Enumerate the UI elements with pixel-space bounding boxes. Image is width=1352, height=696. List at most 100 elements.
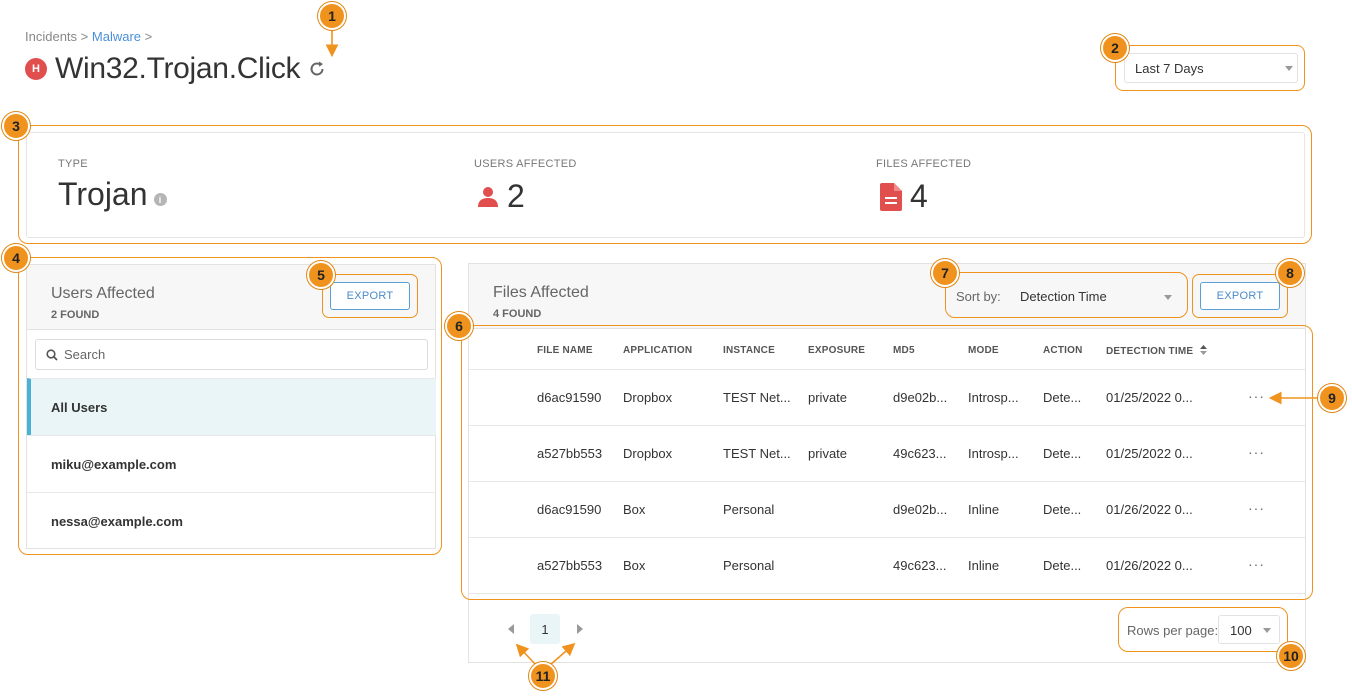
sort-by-label: Sort by: <box>956 289 1001 304</box>
cell-action: Dete... <box>1043 502 1082 517</box>
page-title-row: H Win32.Trojan.Click <box>25 52 328 86</box>
users-affected-value-group: 2 <box>477 178 525 215</box>
user-list-item-label: nessa@example.com <box>51 513 183 529</box>
next-page-icon[interactable] <box>577 624 583 634</box>
refresh-icon[interactable] <box>306 58 328 80</box>
cell-instance: Personal <box>723 558 775 573</box>
cell-md5: 49c623... <box>893 446 947 461</box>
cell-application: Dropbox <box>623 390 673 405</box>
cell-mode: Inline <box>968 558 1000 573</box>
callout-badge-7: 7 <box>931 259 959 287</box>
user-list-item-all-users[interactable]: All Users <box>27 378 436 435</box>
callout-badge-4: 4 <box>2 244 30 272</box>
summary-card <box>26 132 1305 238</box>
users-affected-value: 2 <box>507 178 525 214</box>
breadcrumb: Incidents > Malware > <box>25 29 152 44</box>
chevron-down-icon <box>1263 628 1271 633</box>
user-list-item[interactable]: miku@example.com <box>27 435 436 492</box>
callout-badge-1: 1 <box>318 2 346 30</box>
row-actions-menu-icon[interactable]: ··· <box>1248 556 1265 572</box>
previous-page-icon[interactable] <box>508 624 514 634</box>
callout-badge-8: 8 <box>1276 259 1304 287</box>
callout-badge-9: 9 <box>1318 384 1346 412</box>
page-number-button[interactable]: 1 <box>530 614 560 644</box>
column-header-md5[interactable]: MD5 <box>893 345 915 356</box>
callout-badge-10: 10 <box>1277 642 1305 670</box>
cell-exposure: private <box>808 390 848 405</box>
cell-detection-time: 01/26/2022 0... <box>1106 558 1193 573</box>
cell-application: Box <box>623 502 646 517</box>
column-header-file-name[interactable]: FILE NAME <box>537 345 593 356</box>
cell-detection-time: 01/26/2022 0... <box>1106 502 1193 517</box>
cell-detection-time: 01/25/2022 0... <box>1106 446 1193 461</box>
cell-action: Dete... <box>1043 558 1082 573</box>
user-list-item-label: All Users <box>51 399 108 415</box>
cell-action: Dete... <box>1043 446 1082 461</box>
column-header-exposure[interactable]: EXPOSURE <box>808 345 865 356</box>
column-header-instance[interactable]: INSTANCE <box>723 345 775 356</box>
date-range-select[interactable]: Last 7 Days <box>1124 53 1298 83</box>
users-panel-count: 2 FOUND <box>51 309 100 321</box>
breadcrumb-separator: > <box>80 29 89 44</box>
sort-icon <box>1200 345 1208 358</box>
column-header-action[interactable]: ACTION <box>1043 345 1083 356</box>
rows-per-page-label: Rows per page: <box>1127 623 1219 638</box>
files-affected-value-group: 4 <box>880 178 928 215</box>
breadcrumb-malware-link[interactable]: Malware <box>92 29 141 44</box>
table-divider <box>469 593 1305 594</box>
row-actions-menu-icon[interactable]: ··· <box>1248 444 1265 460</box>
cell-mode: Inline <box>968 502 1000 517</box>
callout-badge-3: 3 <box>2 112 30 140</box>
breadcrumb-root[interactable]: Incidents <box>25 29 77 44</box>
row-actions-menu-icon[interactable]: ··· <box>1248 500 1265 516</box>
cell-application: Box <box>623 558 646 573</box>
cell-mode: Introsp... <box>968 390 1019 405</box>
cell-md5: d9e02b... <box>893 502 948 517</box>
search-icon <box>46 348 58 361</box>
type-value: Trojan <box>58 176 148 212</box>
files-panel-title: Files Affected <box>493 284 589 301</box>
chevron-down-icon <box>1285 66 1293 71</box>
cell-detection-time: 01/25/2022 0... <box>1106 390 1193 405</box>
cell-application: Dropbox <box>623 446 673 461</box>
type-label: TYPE <box>58 158 88 170</box>
cell-md5: d9e02b... <box>893 390 948 405</box>
callout-badge-2: 2 <box>1101 34 1129 62</box>
users-export-button[interactable]: EXPORT <box>330 282 410 310</box>
callout-badge-5: 5 <box>307 261 335 289</box>
column-header-mode[interactable]: MODE <box>968 345 999 356</box>
files-affected-label: FILES AFFECTED <box>876 158 972 170</box>
search-placeholder: Search <box>64 347 106 362</box>
column-header-detection-time-label: DETECTION TIME <box>1106 346 1194 357</box>
severity-high-badge: H <box>25 58 47 80</box>
breadcrumb-separator: > <box>144 29 153 44</box>
column-header-application[interactable]: APPLICATION <box>623 345 692 356</box>
files-affected-value: 4 <box>910 178 928 214</box>
cell-instance: TEST Net... <box>723 446 791 461</box>
cell-file-name: d6ac91590 <box>537 390 602 405</box>
cell-action: Dete... <box>1043 390 1082 405</box>
user-list-item[interactable]: nessa@example.com <box>27 492 436 549</box>
files-export-button[interactable]: EXPORT <box>1200 282 1280 310</box>
callout-badge-6: 6 <box>445 312 473 340</box>
cell-md5: 49c623... <box>893 558 947 573</box>
row-actions-menu-icon[interactable]: ··· <box>1248 388 1265 404</box>
rows-per-page-value: 100 <box>1230 623 1252 638</box>
users-panel-title: Users Affected <box>51 285 155 302</box>
page-title: Win32.Trojan.Click <box>55 52 301 85</box>
cell-file-name: d6ac91590 <box>537 502 602 517</box>
sort-by-value: Detection Time <box>1020 289 1107 304</box>
user-icon <box>477 186 499 208</box>
rows-per-page-select[interactable]: 100 <box>1218 615 1280 644</box>
users-search-input[interactable]: Search <box>35 339 428 370</box>
column-header-detection-time[interactable]: DETECTION TIME <box>1106 345 1208 358</box>
sort-by-select[interactable]: Detection Time <box>1008 283 1180 311</box>
files-panel-count: 4 FOUND <box>493 308 542 320</box>
cell-file-name: a527bb553 <box>537 558 603 573</box>
type-value-group: Trojan i <box>58 176 167 213</box>
info-icon[interactable]: i <box>153 193 167 206</box>
chevron-down-icon <box>1164 295 1172 300</box>
file-icon <box>880 182 902 211</box>
cell-instance: Personal <box>723 502 775 517</box>
callout-badge-11: 11 <box>529 662 557 690</box>
